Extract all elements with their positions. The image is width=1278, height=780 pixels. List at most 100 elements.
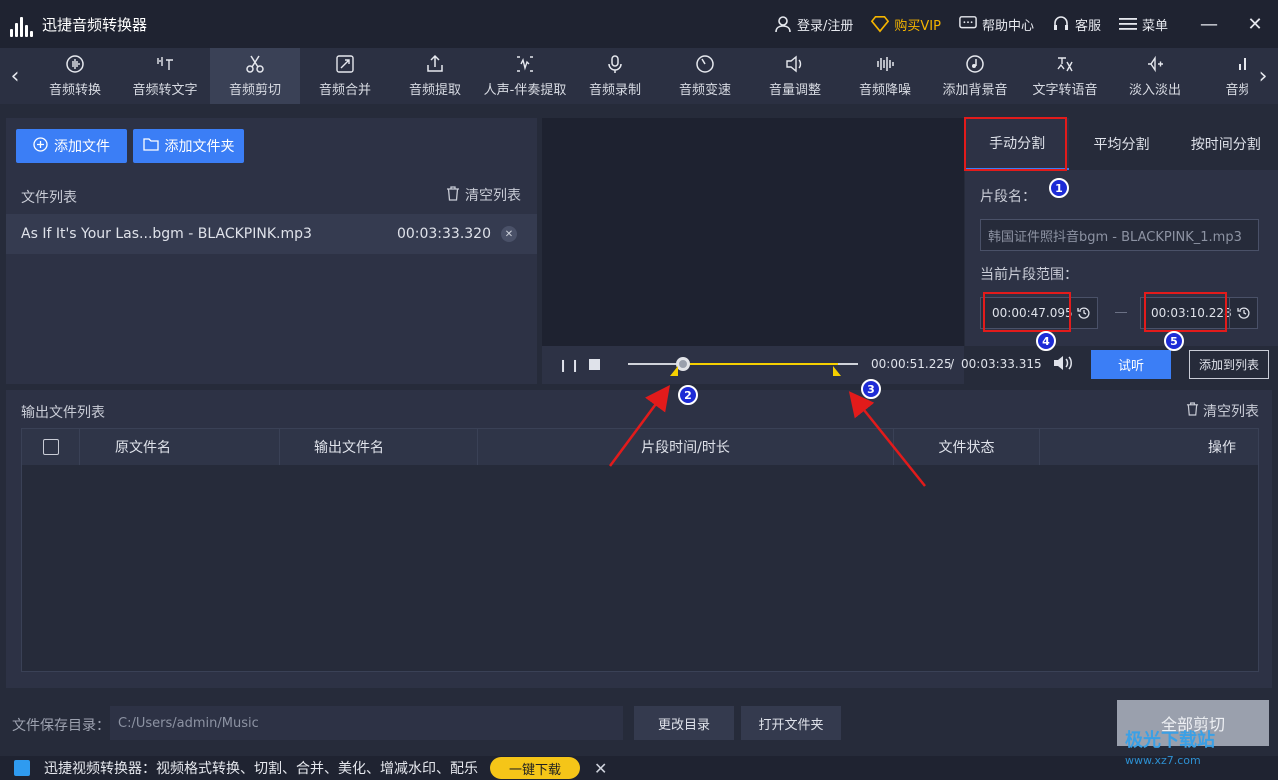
output-table: 原文件名 输出文件名 片段时间/时长 文件状态 操作	[21, 428, 1259, 672]
trash-icon	[446, 185, 460, 205]
vip-label: 购买VIP	[894, 18, 941, 34]
scroll-left-button[interactable]: ‹	[0, 48, 30, 104]
col-file-status: 文件状态	[894, 429, 1040, 465]
segment-range-label: 当前片段范围：	[980, 267, 1078, 283]
service-button[interactable]: 客服	[1052, 15, 1101, 34]
microphone-icon	[605, 54, 625, 74]
text-convert-icon	[155, 54, 175, 74]
speed-icon	[695, 54, 715, 74]
save-path-input[interactable]: C:/Users/admin/Music	[110, 706, 623, 740]
watermark-title: 极光下载站	[1125, 730, 1215, 751]
highlight-manual-tab	[964, 117, 1067, 171]
tool-label: 音频转换	[48, 83, 101, 98]
tool-denoise[interactable]: 音频降噪	[840, 48, 930, 104]
close-window-button[interactable]: ✕	[1232, 0, 1278, 48]
playhead-handle[interactable]	[676, 357, 690, 371]
range-end-handle[interactable]	[833, 366, 841, 376]
tool-text-convert[interactable]: 音频转文字	[120, 48, 210, 104]
highlight-range-start	[983, 292, 1071, 332]
reset-start-icon[interactable]	[1069, 298, 1097, 328]
menu-label: 菜单	[1141, 18, 1168, 34]
reset-end-icon[interactable]	[1229, 298, 1257, 328]
file-row[interactable]: As If It's Your Las...bgm - BLACKPINK.mp…	[6, 214, 537, 254]
tab-time-split[interactable]: 按时间分割	[1174, 118, 1278, 170]
chevron-left-icon: ‹	[10, 63, 20, 89]
select-all-checkbox[interactable]	[42, 439, 59, 455]
clear-list-label: 清空列表	[465, 188, 521, 204]
folder-icon	[142, 137, 159, 155]
scissors-icon	[245, 54, 265, 74]
tool-waveform-circle[interactable]: 音频转换	[30, 48, 120, 104]
buy-vip-button[interactable]: 购买VIP	[871, 15, 941, 34]
open-folder-button[interactable]: 打开文件夹	[741, 706, 841, 740]
tool-tts[interactable]: 文字转语音	[1020, 48, 1110, 104]
tool-label: 音频录制	[588, 83, 641, 98]
tool-label: 人声-伴奏提取	[483, 83, 567, 98]
add-file-button[interactable]: 添加文件	[16, 129, 127, 163]
step-badge: 2	[678, 385, 698, 405]
login-button[interactable]: 登录/注册	[774, 15, 853, 34]
step-badge: 4	[1036, 331, 1056, 351]
menu-button[interactable]: 菜单	[1118, 15, 1168, 34]
pause-icon[interactable]: ❙❙	[558, 358, 582, 372]
tool-music-disc[interactable]: 添加背景音	[930, 48, 1020, 104]
time-separator: /	[950, 357, 955, 371]
remove-file-icon[interactable]: ✕	[501, 226, 517, 242]
scroll-right-button[interactable]: ›	[1248, 48, 1278, 104]
col-segment-time: 片段时间/时长	[478, 429, 894, 465]
tool-upload[interactable]: 音频提取	[390, 48, 480, 104]
add-folder-button[interactable]: 添加文件夹	[133, 129, 244, 163]
close-promo-icon[interactable]: ✕	[594, 759, 607, 778]
promo-bar: 迅捷视频转换器：视频格式转换、切割、合并、美化、增减水印、配乐 一键下载 ✕	[0, 756, 1278, 780]
stop-icon[interactable]	[589, 359, 600, 370]
highlight-range-end	[1144, 292, 1227, 332]
denoise-icon	[875, 54, 895, 74]
upload-icon	[425, 54, 445, 74]
tool-label: 音量调整	[768, 83, 821, 98]
player-bar: ❙❙ 00:00:51.225 /	[542, 346, 964, 384]
login-label: 登录/注册	[796, 18, 854, 34]
service-label: 客服	[1074, 18, 1101, 34]
tool-merge[interactable]: 音频合并	[300, 48, 390, 104]
output-panel: 输出文件列表 清空列表 原文件名 输出文件名 片段时间/时长 文件状态 操作	[6, 390, 1272, 688]
chat-icon	[959, 15, 977, 33]
help-center-button[interactable]: 帮助中心	[959, 15, 1034, 34]
tab-average-split[interactable]: 平均分割	[1069, 118, 1173, 170]
tool-speed[interactable]: 音频变速	[660, 48, 750, 104]
step-badge: 5	[1164, 331, 1184, 351]
waveform-circle-icon	[65, 54, 85, 74]
tool-bars[interactable]: 音频采	[1200, 48, 1248, 104]
col-source-name: 原文件名	[80, 429, 280, 465]
minimize-button[interactable]: —	[1186, 0, 1232, 48]
tool-volume[interactable]: 音量调整	[750, 48, 840, 104]
segment-name-input[interactable]: 韩国证件照抖音bgm - BLACKPINK_1.mp3	[980, 219, 1259, 251]
download-button[interactable]: 一键下载	[490, 757, 580, 779]
tool-fade[interactable]: 淡入淡出	[1110, 48, 1200, 104]
file-duration: 00:03:33.320	[396, 226, 491, 242]
tool-label: 添加背景音	[942, 83, 1008, 98]
minimize-icon: —	[1200, 13, 1218, 35]
output-table-header: 原文件名 输出文件名 片段时间/时长 文件状态 操作	[22, 429, 1258, 465]
clear-output-label: 清空列表	[1203, 404, 1259, 420]
clear-output-button[interactable]: 清空列表	[1186, 401, 1259, 421]
tool-label: 音频合并	[318, 83, 371, 98]
trial-listen-button[interactable]: 试听	[1091, 350, 1171, 379]
volume-icon[interactable]	[1052, 354, 1074, 376]
tool-label: 音频转文字	[132, 83, 198, 98]
change-dir-button[interactable]: 更改目录	[634, 706, 734, 740]
tool-scissors[interactable]: 音频剪切	[210, 48, 300, 104]
select-all-cell	[22, 429, 80, 465]
merge-icon	[335, 54, 355, 74]
col-actions: 操作	[1208, 440, 1236, 456]
add-to-list-button[interactable]: 添加到列表	[1189, 350, 1269, 379]
tool-separate[interactable]: 人声-伴奏提取	[480, 48, 570, 104]
clear-file-list-button[interactable]: 清空列表	[446, 185, 521, 205]
bars-icon	[1235, 54, 1248, 74]
hamburger-icon	[1118, 15, 1137, 33]
tool-microphone[interactable]: 音频录制	[570, 48, 660, 104]
current-time: 00:00:51.225	[871, 357, 952, 371]
selected-range	[683, 363, 838, 365]
timeline-track[interactable]	[628, 357, 858, 376]
col-output-name: 输出文件名	[280, 429, 478, 465]
close-icon: ✕	[1247, 13, 1263, 35]
